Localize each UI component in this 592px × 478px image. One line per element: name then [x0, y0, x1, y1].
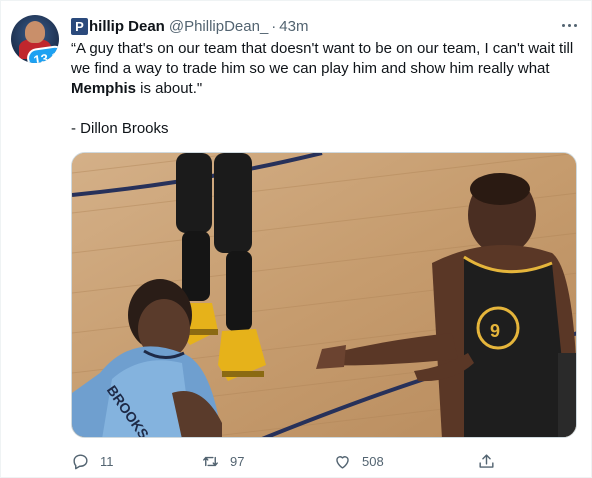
- retweet-icon: [203, 456, 218, 466]
- tweet-text-line-3: Memphis is about.": [71, 79, 581, 99]
- tweet-card[interactable]: 13.1 P hillip Dean @PhillipDean_ · 43m “…: [0, 0, 592, 478]
- reply-count: 11: [100, 453, 114, 469]
- tweet-timestamp[interactable]: 43m: [279, 18, 308, 35]
- bold-memphis: Memphis: [71, 80, 137, 97]
- tweet-text-line-2: we find a way to trade him so we can pla…: [71, 60, 550, 77]
- tweet-text: “A guy that's on our team that doesn't w…: [71, 39, 581, 139]
- reply-icon: [73, 453, 88, 469]
- avatar[interactable]: 13.1: [11, 15, 59, 63]
- avatar-person: [25, 21, 45, 43]
- share-icon: [479, 453, 494, 468]
- like-count: 508: [362, 453, 384, 469]
- more-icon[interactable]: [557, 15, 581, 35]
- author-handle[interactable]: @PhillipDean_: [169, 18, 268, 35]
- share-button[interactable]: [477, 449, 506, 473]
- basketball-photo: BROOKS 9: [72, 153, 576, 437]
- tweet-actions: 11 97 508: [71, 449, 581, 473]
- tweet-attribution: - Dillon Brooks: [71, 120, 169, 137]
- reply-button[interactable]: 11: [71, 449, 114, 473]
- like-icon: [336, 455, 349, 469]
- author-name-initial[interactable]: P: [71, 17, 88, 35]
- retweet-count: 97: [230, 453, 245, 469]
- separator-dot: ·: [271, 17, 277, 35]
- like-button[interactable]: 508: [333, 449, 384, 473]
- retweet-button[interactable]: 97: [201, 449, 244, 473]
- jersey-right-number: 9: [490, 321, 500, 341]
- tweet-text-line-3-rest: is about.": [136, 80, 203, 97]
- tweet-text-line-1: “A guy that's on our team that doesn't w…: [71, 40, 574, 57]
- tweet-media-image[interactable]: BROOKS 9: [71, 152, 577, 438]
- tweet-header: P hillip Dean @PhillipDean_ · 43m: [71, 16, 308, 36]
- author-name[interactable]: hillip Dean: [89, 18, 165, 35]
